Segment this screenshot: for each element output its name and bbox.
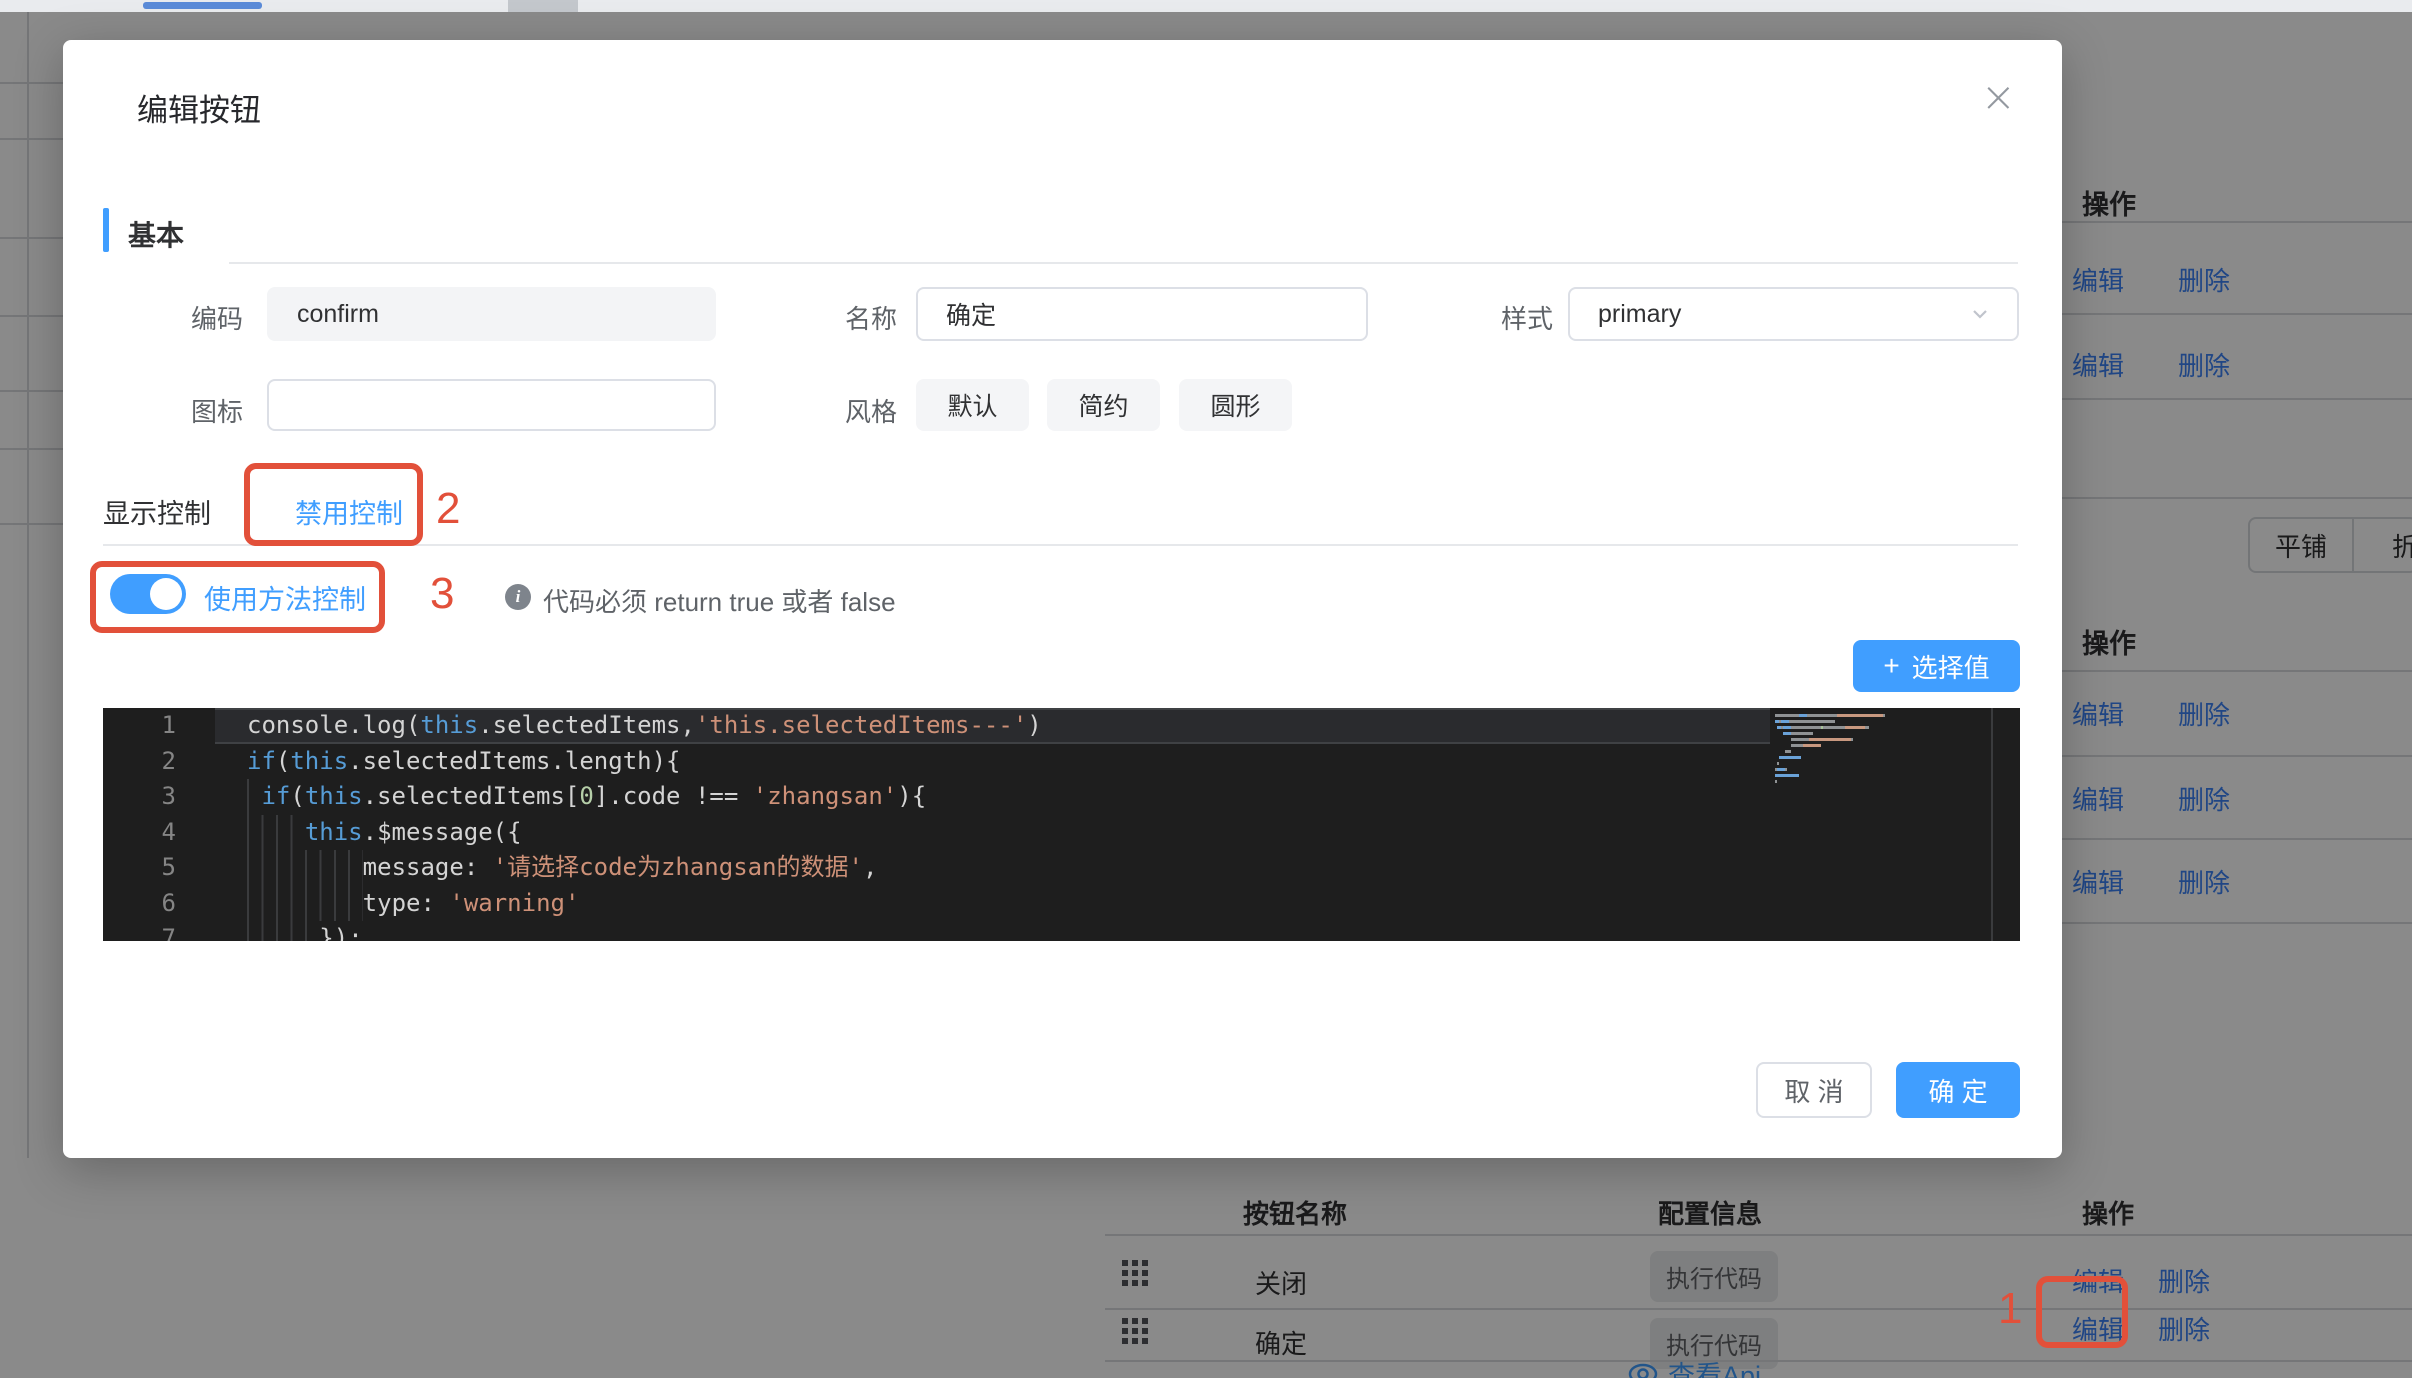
fengge-option-simple[interactable]: 简约 bbox=[1047, 379, 1160, 431]
code-label: 编码 bbox=[123, 299, 243, 336]
editor-scrollbar-divider bbox=[1991, 708, 1993, 941]
annotation-box-3 bbox=[90, 561, 385, 633]
chevron-down-icon bbox=[1971, 305, 1989, 323]
name-label: 名称 bbox=[777, 299, 897, 336]
code-input[interactable]: confirm bbox=[267, 287, 716, 341]
fengge-label: 风格 bbox=[777, 392, 897, 429]
style-label: 样式 bbox=[1433, 299, 1553, 336]
active-tab-indicator bbox=[143, 2, 262, 9]
section-divider bbox=[229, 262, 2018, 264]
icon-input[interactable] bbox=[267, 379, 716, 431]
pick-value-label: 选择值 bbox=[1912, 648, 1990, 685]
code-line[interactable]: 4this.$message({ bbox=[103, 815, 2020, 851]
ok-button[interactable]: 确 定 bbox=[1896, 1062, 2020, 1118]
info-icon: i bbox=[505, 584, 531, 610]
tab-strip-divider bbox=[508, 0, 578, 12]
annotation-box-1 bbox=[2036, 1276, 2128, 1348]
name-input[interactable]: 确定 bbox=[916, 287, 1368, 341]
section-accent-bar bbox=[103, 208, 109, 252]
icon-label: 图标 bbox=[123, 392, 243, 429]
section-title: 基本 bbox=[128, 214, 184, 254]
edit-button-dialog: 编辑按钮 × 基本 编码 confirm 名称 确定 样式 primary 图标… bbox=[63, 40, 2062, 1158]
editor-minimap[interactable] bbox=[1775, 714, 1991, 786]
annotation-number-2: 2 bbox=[436, 484, 460, 534]
annotation-number-1: 1 bbox=[1998, 1284, 2022, 1334]
style-select-value: primary bbox=[1598, 300, 1681, 329]
code-line[interactable]: 7}); bbox=[103, 921, 2020, 941]
cancel-button[interactable]: 取 消 bbox=[1756, 1062, 1872, 1118]
fengge-option-default[interactable]: 默认 bbox=[916, 379, 1029, 431]
fengge-option-round[interactable]: 圆形 bbox=[1179, 379, 1292, 431]
browser-tab-strip bbox=[0, 0, 2412, 12]
close-icon[interactable]: × bbox=[1981, 76, 2016, 118]
dialog-title: 编辑按钮 bbox=[137, 85, 261, 130]
name-input-value: 确定 bbox=[946, 296, 996, 332]
annotation-number-3: 3 bbox=[430, 569, 454, 619]
pick-value-button[interactable]: + 选择值 bbox=[1853, 640, 2020, 692]
plus-icon: + bbox=[1883, 650, 1899, 682]
code-line[interactable]: 2if(this.selectedItems.length){ bbox=[103, 744, 2020, 780]
annotation-box-2 bbox=[244, 463, 423, 546]
code-line[interactable]: 5message: '请选择code为zhangsan的数据', bbox=[103, 850, 2020, 886]
style-select[interactable]: primary bbox=[1568, 287, 2019, 341]
screen: 操作 编辑 删除 编辑 删除 平铺 折 操作 编辑 删除 编辑 删除 bbox=[0, 0, 2412, 1378]
tab-show-control[interactable]: 显示控制 bbox=[103, 492, 211, 531]
code-line[interactable]: 6type: 'warning' bbox=[103, 886, 2020, 922]
code-line[interactable]: 1console.log(this.selectedItems,'this.se… bbox=[103, 708, 2020, 744]
code-input-value: confirm bbox=[297, 300, 379, 329]
code-line[interactable]: 3if(this.selectedItems[0].code !== 'zhan… bbox=[103, 779, 2020, 815]
code-editor[interactable]: 1console.log(this.selectedItems,'this.se… bbox=[103, 708, 2020, 941]
hint-text: 代码必须 return true 或者 false bbox=[543, 582, 896, 619]
